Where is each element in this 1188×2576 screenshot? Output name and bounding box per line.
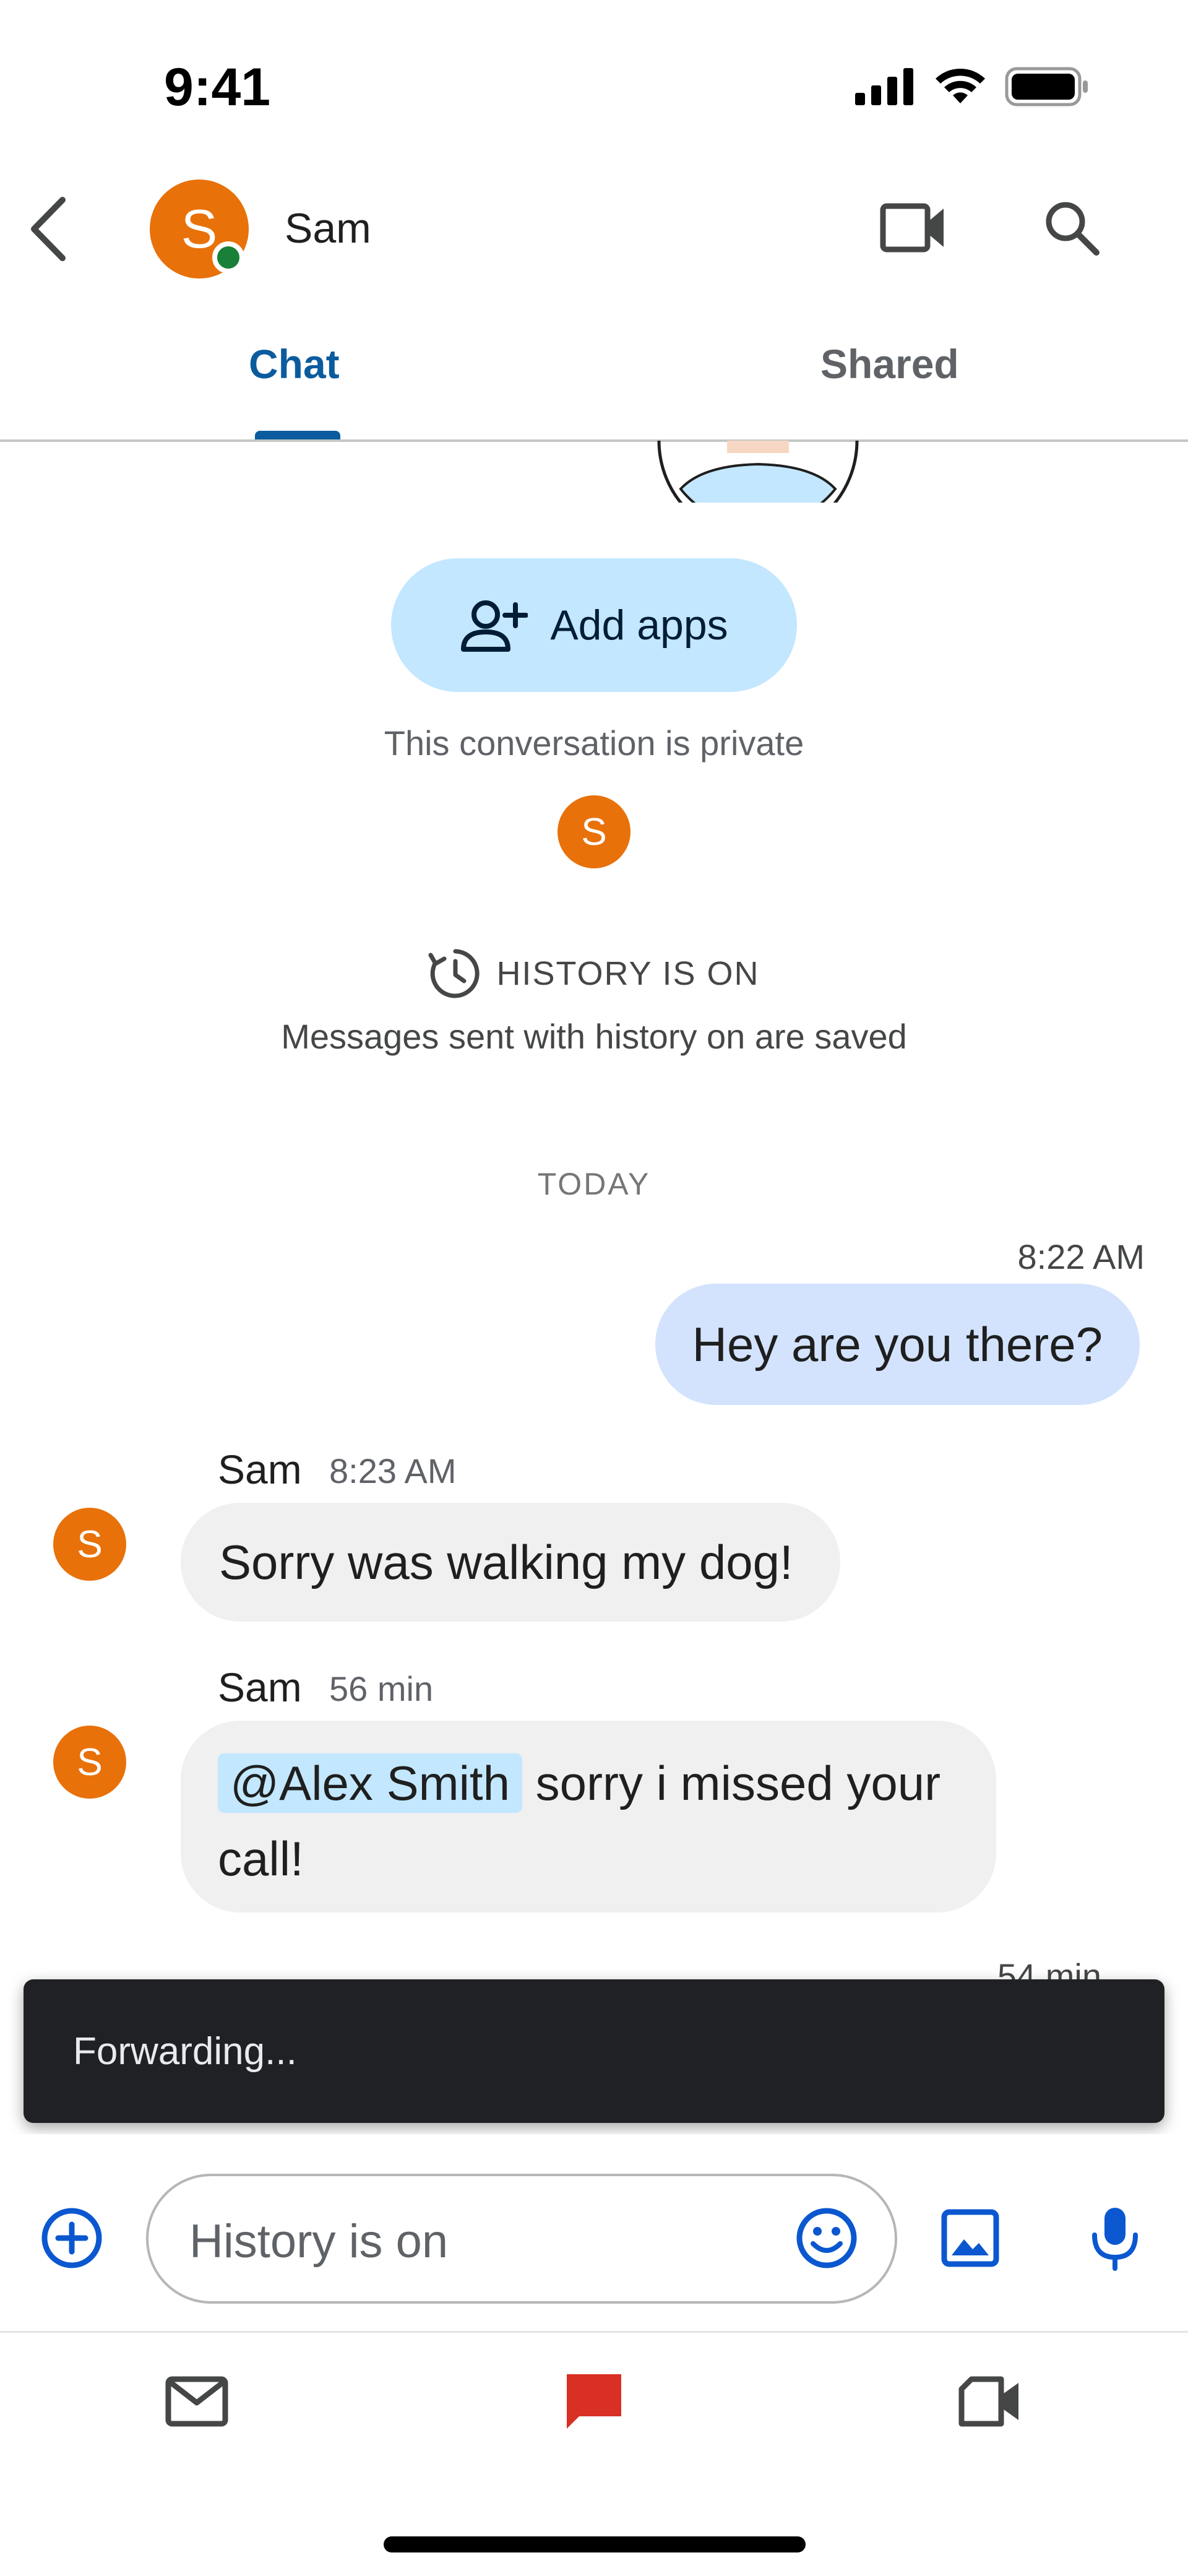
message-line-2: call!	[218, 1831, 304, 1886]
video-call-button[interactable]	[876, 191, 950, 265]
tab-shared[interactable]: Shared	[820, 340, 959, 387]
mention-chip[interactable]: @Alex Smith	[218, 1753, 522, 1813]
composer-divider	[0, 2331, 1188, 2333]
tab-divider	[0, 439, 1188, 442]
status-time: 9:41	[164, 58, 271, 117]
message-input-placeholder: History is on	[189, 2215, 449, 2268]
message-text: Sorry was walking my dog!	[219, 1534, 793, 1589]
plus-circle-icon	[41, 2208, 102, 2268]
history-icon	[428, 949, 480, 998]
video-camera-icon	[880, 203, 944, 253]
status-icons	[854, 62, 1089, 111]
tab-chat[interactable]: Chat	[249, 340, 340, 387]
message-text: Hey are you there?	[692, 1316, 1103, 1372]
voice-input-button[interactable]	[1078, 2201, 1152, 2275]
incoming-message-bubble[interactable]: @Alex Smith sorry i missed your call!	[181, 1721, 996, 1913]
nav-mail[interactable]	[160, 2364, 234, 2439]
sender-avatar[interactable]: S	[53, 1726, 126, 1799]
conversation-illustration	[657, 441, 859, 503]
add-apps-button[interactable]: Add apps	[391, 558, 797, 692]
member-avatar[interactable]: S	[557, 795, 631, 868]
history-subtitle: Messages sent with history on are saved	[281, 1017, 907, 1056]
snackbar: Forwarding...	[24, 1979, 1164, 2123]
home-indicator	[384, 2536, 806, 2552]
add-attachment-button[interactable]	[35, 2201, 109, 2275]
emoji-icon	[796, 2208, 857, 2268]
nav-meet[interactable]	[953, 2364, 1027, 2439]
meet-icon	[958, 2376, 1018, 2427]
message-text: sorry i missed your	[522, 1756, 941, 1810]
private-conversation-text: This conversation is private	[384, 724, 804, 763]
chat-icon	[567, 2374, 621, 2429]
history-title: HISTORY IS ON	[496, 955, 760, 992]
date-divider: TODAY	[537, 1167, 651, 1201]
message-timestamp: 8:23 AM	[329, 1451, 457, 1490]
battery-icon	[1005, 67, 1088, 106]
nav-chat[interactable]	[557, 2364, 631, 2439]
message-sender: Sam	[218, 1664, 302, 1710]
sender-avatar[interactable]: S	[53, 1508, 126, 1581]
chevron-left-icon	[31, 197, 66, 261]
search-icon	[1046, 202, 1100, 256]
emoji-button[interactable]	[790, 2201, 864, 2275]
back-button[interactable]	[17, 186, 79, 272]
image-icon	[941, 2209, 999, 2267]
incoming-message-bubble[interactable]: Sorry was walking my dog!	[181, 1503, 840, 1622]
message-sender: Sam	[218, 1446, 302, 1492]
mic-icon	[1092, 2208, 1138, 2271]
search-button[interactable]	[1035, 191, 1109, 265]
contact-name[interactable]: Sam	[285, 204, 371, 253]
gallery-button[interactable]	[933, 2201, 1007, 2275]
message-line-1: @Alex Smith sorry i missed your	[218, 1745, 965, 1821]
mail-icon	[165, 2376, 228, 2427]
outgoing-message-bubble[interactable]: Hey are you there?	[655, 1284, 1140, 1405]
snackbar-text: Forwarding...	[73, 2029, 297, 2073]
message-timestamp: 8:22 AM	[1017, 1237, 1145, 1276]
signal-icon	[855, 68, 913, 105]
person-add-icon	[461, 600, 528, 652]
online-status-dot	[212, 241, 244, 274]
history-status: HISTORY IS ON	[0, 946, 1188, 1001]
wifi-icon	[936, 69, 985, 103]
add-apps-label: Add apps	[550, 602, 728, 649]
message-timestamp: 56 min	[329, 1669, 434, 1708]
